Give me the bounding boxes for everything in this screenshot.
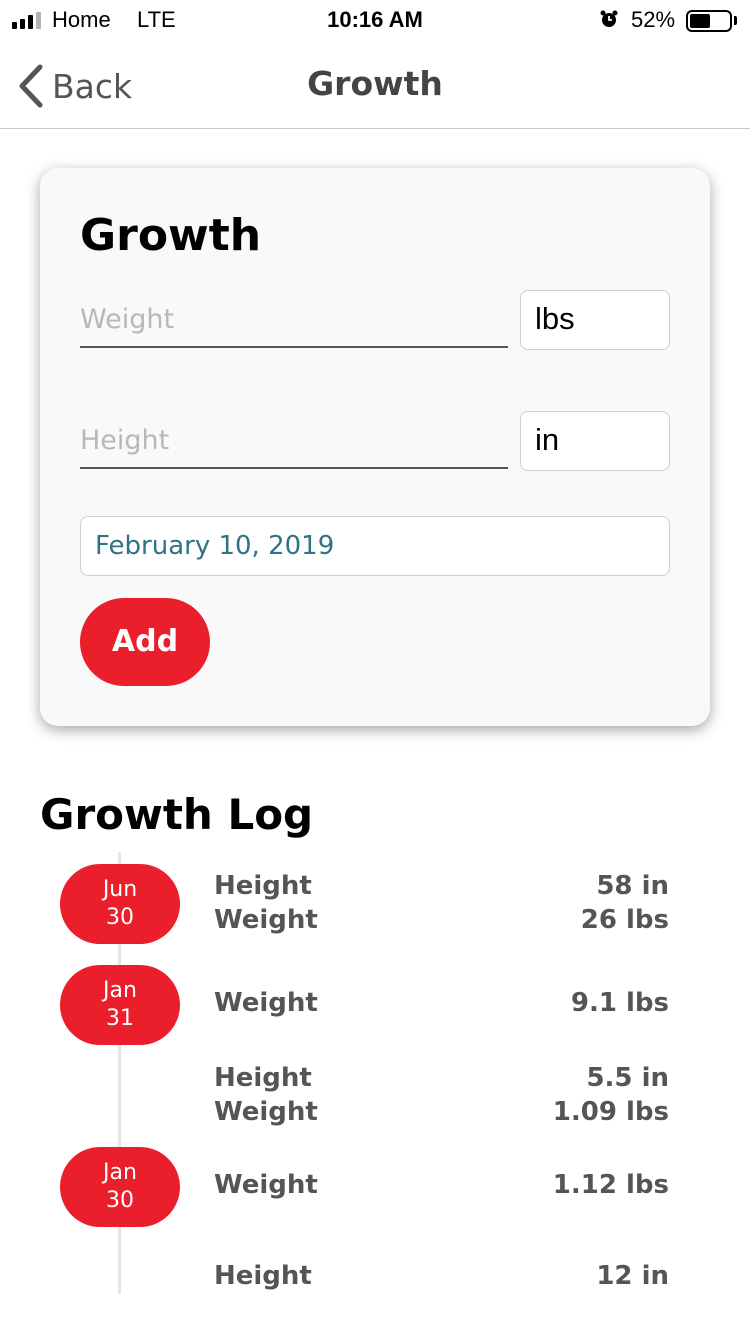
date-badge-month: Jun xyxy=(102,877,138,902)
battery-tip xyxy=(734,16,737,25)
log-entry-value: 9.1 lbs xyxy=(570,988,669,1018)
status-bar: Home LTE 10:16 AM 52% xyxy=(0,0,750,40)
log-entry-value: 5.5 in xyxy=(586,1063,669,1093)
log-entry-value: 58 in xyxy=(596,871,669,901)
log-entry-label: Weight xyxy=(214,1170,318,1200)
log-entry-label: Weight xyxy=(214,988,318,1018)
log-entry-value: 26 lbs xyxy=(580,905,669,935)
log-entry-value: 1.09 lbs xyxy=(552,1097,669,1127)
date-badge-month: Jan xyxy=(103,978,137,1003)
date-badge-day: 30 xyxy=(106,905,134,930)
log-entry-label: Height xyxy=(214,1261,312,1291)
date-picker-field[interactable]: February 10, 2019 xyxy=(80,516,670,576)
height-unit-select[interactable]: in xyxy=(520,411,670,471)
date-badge: Jan 30 xyxy=(60,1147,180,1227)
log-entry-label: Height xyxy=(214,1063,312,1093)
date-badge: Jan 31 xyxy=(60,965,180,1045)
log-entry-label: Weight xyxy=(214,905,318,935)
date-badge: Jun 30 xyxy=(60,864,180,944)
battery-icon xyxy=(686,10,732,32)
alarm-icon xyxy=(600,10,618,27)
form-title: Growth xyxy=(80,210,262,261)
date-badge-day: 31 xyxy=(106,1006,134,1031)
growth-form-card: Growth lbs in February 10, 2019 Add xyxy=(40,168,710,726)
weight-input[interactable] xyxy=(80,292,508,348)
log-entry-value: 12 in xyxy=(596,1261,669,1291)
nav-title: Growth xyxy=(307,64,443,103)
add-button[interactable]: Add xyxy=(80,598,210,686)
date-badge-month: Jan xyxy=(103,1160,137,1185)
date-badge-day: 30 xyxy=(106,1188,134,1213)
growth-log-title: Growth Log xyxy=(40,790,314,839)
log-entry-label: Height xyxy=(214,871,312,901)
log-entry-label: Weight xyxy=(214,1097,318,1127)
navigation-bar: Back Growth xyxy=(0,40,750,129)
weight-unit-select[interactable]: lbs xyxy=(520,290,670,350)
battery-percent: 52% xyxy=(631,7,676,32)
log-entry-value: 1.12 lbs xyxy=(552,1170,669,1200)
height-input[interactable] xyxy=(80,413,508,469)
